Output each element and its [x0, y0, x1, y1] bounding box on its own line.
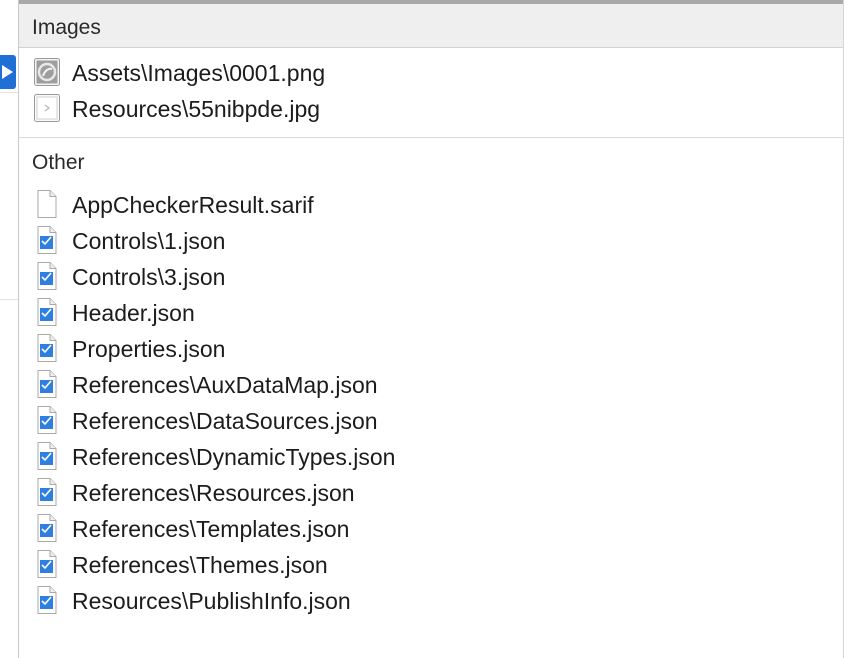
json-file-icon	[37, 406, 57, 434]
file-row-image[interactable]: Resources\55nibpde.jpg	[19, 90, 843, 126]
file-row-other[interactable]: References\AuxDataMap.json	[19, 366, 843, 402]
file-name: Properties.json	[72, 336, 226, 362]
file-row-image[interactable]: Assets\Images\0001.png	[19, 54, 843, 90]
file-row-other[interactable]: References\Themes.json	[19, 546, 843, 582]
file-name: Resources\PublishInfo.json	[72, 588, 351, 614]
file-name: References\Templates.json	[72, 516, 350, 542]
file-row-other[interactable]: References\DataSources.json	[19, 402, 843, 438]
blank-document-icon	[37, 190, 57, 218]
file-name: References\AuxDataMap.json	[72, 372, 378, 398]
json-file-icon	[37, 442, 57, 470]
json-file-icon	[37, 586, 57, 614]
file-row-other[interactable]: Controls\3.json	[19, 258, 843, 294]
file-name: References\Resources.json	[72, 480, 355, 506]
json-file-icon	[37, 370, 57, 398]
other-section-title: Other	[32, 151, 85, 174]
file-name: References\Themes.json	[72, 552, 328, 578]
json-file-icon	[37, 298, 57, 326]
file-name: References\DynamicTypes.json	[72, 444, 396, 470]
json-file-icon	[37, 262, 57, 290]
file-row-other[interactable]: Header.json	[19, 294, 843, 330]
file-row-other[interactable]: References\Resources.json	[19, 474, 843, 510]
disclosure-triangle-icon	[2, 65, 13, 79]
file-row-other[interactable]: Properties.json	[19, 330, 843, 366]
file-row-other[interactable]: Controls\1.json	[19, 222, 843, 258]
json-file-icon	[37, 514, 57, 542]
file-name: Assets\Images\0001.png	[72, 60, 326, 86]
json-file-icon	[37, 226, 57, 254]
json-file-icon	[37, 334, 57, 362]
images-section-header: Images	[19, 4, 843, 48]
file-name: Controls\1.json	[72, 228, 226, 254]
file-name: AppCheckerResult.sarif	[72, 192, 314, 218]
file-row-other[interactable]: AppCheckerResult.sarif	[19, 186, 843, 222]
file-name: References\DataSources.json	[72, 408, 378, 434]
row-divider	[0, 299, 18, 300]
json-file-icon	[37, 550, 57, 578]
file-row-other[interactable]: Resources\PublishInfo.json	[19, 582, 843, 618]
section-divider	[19, 137, 843, 138]
file-row-other[interactable]: References\DynamicTypes.json	[19, 438, 843, 474]
images-section-title: Images	[32, 16, 101, 39]
row-divider	[0, 92, 18, 93]
file-browser-window: Images Assets\Images\0001.png Resources\…	[0, 0, 858, 658]
file-row-other[interactable]: References\Templates.json	[19, 510, 843, 546]
file-name: Header.json	[72, 300, 195, 326]
selected-row-disclosure[interactable]	[0, 55, 16, 89]
jpg-image-icon	[34, 94, 60, 122]
background-list-pane	[0, 0, 18, 658]
file-name: Resources\55nibpde.jpg	[72, 96, 321, 122]
json-file-icon	[37, 478, 57, 506]
file-name: Controls\3.json	[72, 264, 226, 290]
png-image-icon	[34, 58, 60, 86]
file-list-popup: Images Assets\Images\0001.png Resources\…	[18, 0, 844, 658]
